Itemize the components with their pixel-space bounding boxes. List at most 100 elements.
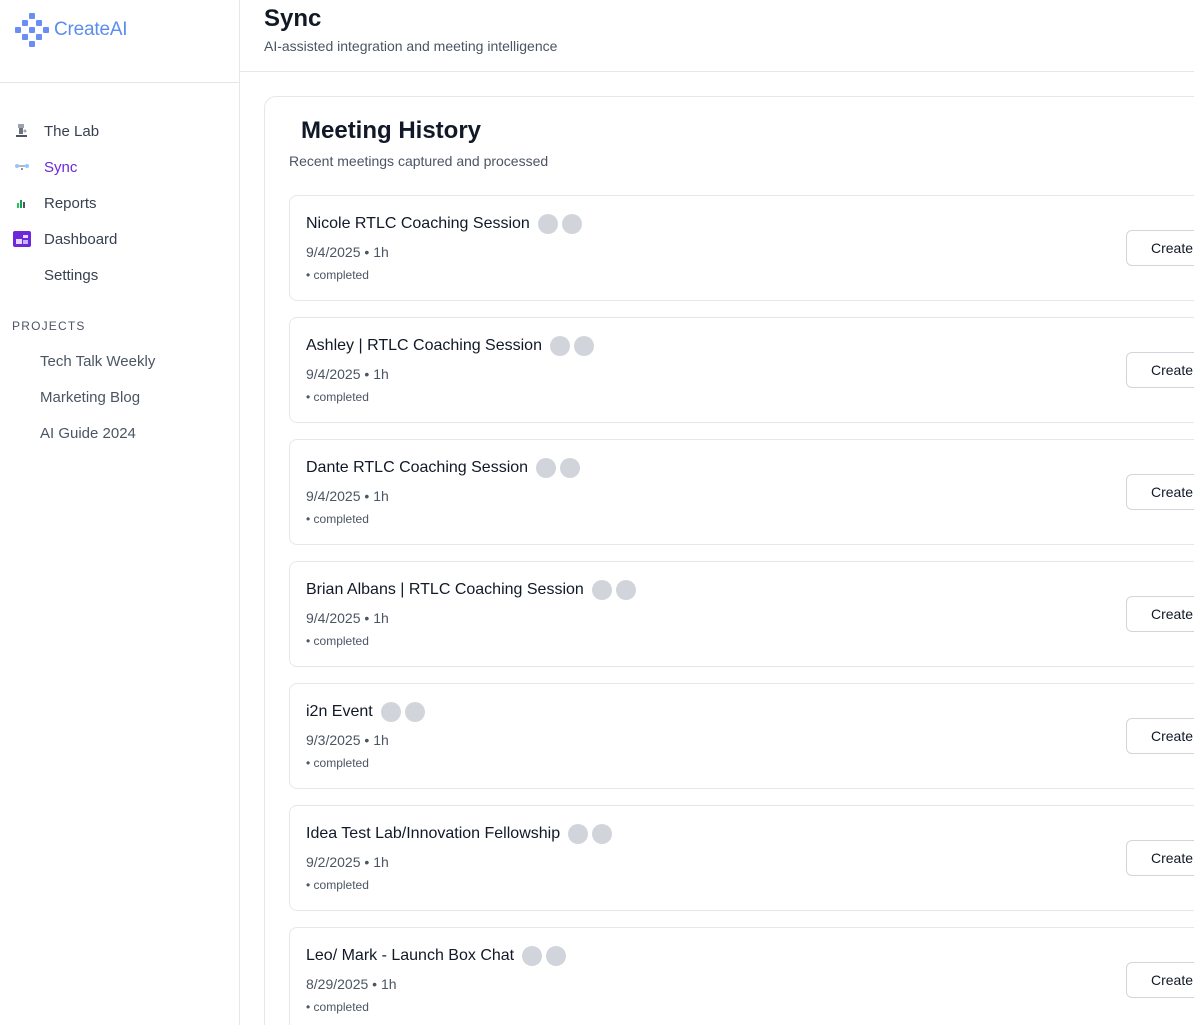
meeting-duration: 1h	[380, 976, 397, 992]
participant-avatar	[404, 702, 425, 722]
meeting-history-card: Meeting History Recent meetings captured…	[264, 96, 1194, 1025]
participant-avatar	[380, 702, 401, 722]
meeting-title-row: Ashley | RTLC Coaching Session	[306, 334, 594, 358]
participant-avatar	[592, 824, 613, 844]
meeting-title: Brian Albans | RTLC Coaching Session	[306, 581, 584, 598]
meta-separator: •	[368, 976, 381, 992]
meeting-duration: 1h	[373, 854, 389, 870]
sidebar-item-label: Reports	[44, 194, 97, 212]
meeting-date: 9/4/2025	[306, 366, 361, 382]
meeting-meta: 9/4/2025 • 1h	[306, 366, 389, 382]
create-button[interactable]: Create	[1126, 840, 1194, 876]
brand-name: CreateAI	[54, 19, 128, 40]
meeting-title-row: Brian Albans | RTLC Coaching Session	[306, 578, 636, 602]
sidebar-item-reports[interactable]: Reports	[0, 185, 239, 221]
meta-separator: •	[360, 732, 374, 748]
meeting-meta: 9/4/2025 • 1h	[306, 244, 389, 260]
meeting-title: Dante RTLC Coaching Session	[306, 459, 529, 476]
project-item-marketing-blog[interactable]: Marketing Blog	[0, 379, 239, 415]
participant-avatar	[560, 458, 581, 478]
meeting-row[interactable]: i2n Event 9/3/2025 • 1h • completed Create	[289, 683, 1194, 789]
project-item-tech-talk-weekly[interactable]: Tech Talk Weekly	[0, 343, 239, 379]
meeting-status: • completed	[306, 756, 369, 770]
participant-avatar	[568, 824, 589, 844]
create-button[interactable]: Create	[1126, 596, 1194, 632]
sidebar-nav: The Lab Sync Reports Dashboard Settings	[0, 83, 239, 293]
participant-avatar	[522, 946, 543, 966]
participant-avatar	[549, 336, 570, 356]
sidebar-item-dashboard[interactable]: Dashboard	[0, 221, 239, 257]
meeting-title-row: Leo/ Mark - Launch Box Chat	[306, 944, 567, 968]
create-button[interactable]: Create	[1126, 962, 1194, 998]
meeting-meta: 9/4/2025 • 1h	[306, 488, 389, 504]
meeting-row[interactable]: Brian Albans | RTLC Coaching Session 9/4/…	[289, 561, 1194, 667]
meeting-duration: 1h	[373, 732, 389, 748]
meta-separator: •	[360, 854, 374, 870]
create-button[interactable]: Create	[1126, 718, 1194, 754]
meeting-status: • completed	[306, 390, 369, 404]
meeting-meta: 8/29/2025 • 1h	[306, 976, 397, 992]
logo-icon	[15, 13, 51, 47]
sidebar-item-label: Settings	[44, 266, 99, 284]
create-button[interactable]: Create	[1126, 352, 1194, 388]
meeting-title: Idea Test Lab/Innovation Fellowship	[306, 825, 561, 842]
participant-avatar	[561, 214, 582, 234]
settings-icon-placeholder	[12, 265, 32, 285]
sidebar-item-sync[interactable]: Sync	[0, 149, 239, 185]
meeting-duration: 1h	[373, 610, 389, 626]
participant-avatar	[546, 946, 567, 966]
meeting-history-title: Meeting History	[301, 117, 482, 144]
meta-separator: •	[360, 244, 374, 260]
meta-separator: •	[360, 610, 374, 626]
project-item-ai-guide-2024[interactable]: AI Guide 2024	[0, 415, 239, 451]
meeting-status: • completed	[306, 512, 369, 526]
meeting-title-row: Idea Test Lab/Innovation Fellowship	[306, 822, 613, 846]
meeting-date: 9/3/2025	[306, 732, 361, 748]
participant-avatar	[573, 336, 594, 356]
meeting-meta: 9/2/2025 • 1h	[306, 854, 389, 870]
sidebar-item-label: Dashboard	[44, 230, 118, 248]
sidebar-item-the-lab[interactable]: The Lab	[0, 113, 239, 149]
meeting-title-row: Nicole RTLC Coaching Session	[306, 212, 582, 236]
create-button[interactable]: Create	[1126, 230, 1194, 266]
logo[interactable]: CreateAI	[0, 0, 239, 83]
meeting-title: Nicole RTLC Coaching Session	[306, 215, 530, 232]
meeting-status: • completed	[306, 878, 369, 892]
page-subtitle: AI-assisted integration and meeting inte…	[264, 38, 558, 54]
meeting-meta: 9/4/2025 • 1h	[306, 610, 389, 626]
dashboard-icon	[12, 229, 32, 249]
sidebar-item-settings[interactable]: Settings	[0, 257, 239, 293]
sidebar-item-label: The Lab	[44, 122, 100, 140]
meeting-history-subtitle: Recent meetings captured and processed	[289, 153, 549, 169]
meeting-status: • completed	[306, 268, 369, 282]
meeting-duration: 1h	[373, 488, 389, 504]
meeting-date: 9/2/2025	[306, 854, 361, 870]
main-content: Sync AI-assisted integration and meeting…	[240, 0, 1194, 1025]
meeting-row[interactable]: Nicole RTLC Coaching Session 9/4/2025 • 1…	[289, 195, 1194, 301]
meeting-row[interactable]: Leo/ Mark - Launch Box Chat 8/29/2025 • 1…	[289, 927, 1194, 1025]
meeting-row[interactable]: Ashley | RTLC Coaching Session 9/4/2025 •…	[289, 317, 1194, 423]
sync-icon	[12, 157, 32, 177]
meeting-title: i2n Event	[306, 703, 373, 720]
meeting-title: Leo/ Mark - Launch Box Chat	[306, 947, 515, 964]
participant-avatar	[536, 458, 557, 478]
meeting-row[interactable]: Dante RTLC Coaching Session 9/4/2025 • 1h…	[289, 439, 1194, 545]
projects-list: Tech Talk Weekly Marketing Blog AI Guide…	[0, 343, 239, 451]
meeting-title-row: Dante RTLC Coaching Session	[306, 456, 581, 480]
meeting-date: 9/4/2025	[306, 610, 361, 626]
meeting-date: 9/4/2025	[306, 244, 361, 260]
meta-separator: •	[360, 488, 374, 504]
create-button[interactable]: Create	[1126, 474, 1194, 510]
meeting-status: • completed	[306, 1000, 369, 1014]
meeting-duration: 1h	[373, 366, 389, 382]
participant-avatar	[615, 580, 636, 600]
meeting-row[interactable]: Idea Test Lab/Innovation Fellowship 9/2/2…	[289, 805, 1194, 911]
participant-avatar	[537, 214, 558, 234]
meeting-status: • completed	[306, 634, 369, 648]
meeting-duration: 1h	[373, 244, 389, 260]
chart-icon	[12, 193, 32, 213]
meeting-title-row: i2n Event	[306, 700, 425, 724]
meeting-meta: 9/3/2025 • 1h	[306, 732, 389, 748]
page-title: Sync	[264, 5, 322, 32]
microscope-icon	[12, 121, 32, 141]
